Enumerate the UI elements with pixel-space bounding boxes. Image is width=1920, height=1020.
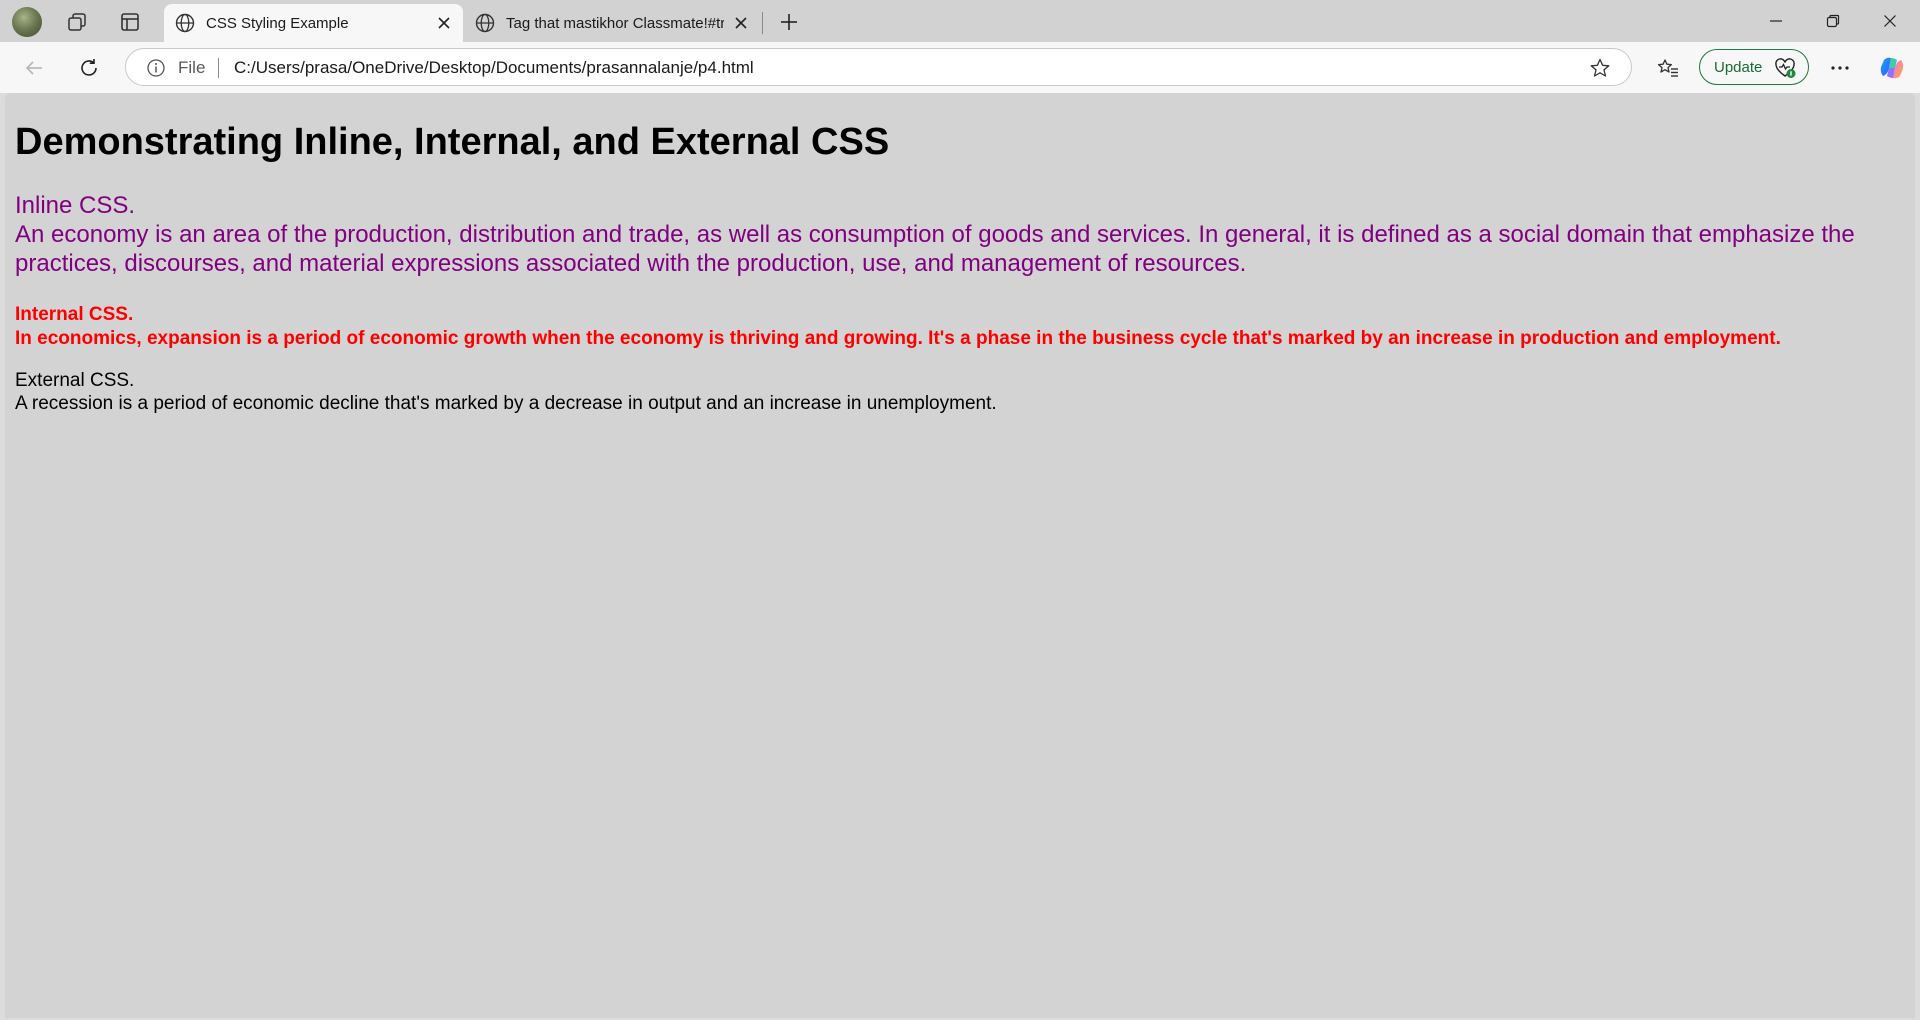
minimize-icon: [1770, 20, 1782, 22]
inline-css-text: An economy is an area of the production,…: [15, 221, 1855, 277]
arrow-left-icon: [25, 61, 42, 75]
globe-icon: [175, 13, 195, 33]
page-viewport: Demonstrating Inline, Internal, and Exte…: [5, 93, 1915, 1018]
copilot-icon: [1880, 57, 1904, 79]
browser-toolbar: File C:/Users/prasa/OneDrive/Desktop/Doc…: [0, 42, 1920, 93]
back-button[interactable]: [18, 52, 50, 84]
address-divider: [218, 58, 219, 78]
protocol-label: File: [178, 58, 206, 77]
close-window-button[interactable]: [1862, 0, 1918, 42]
tab-strip: CSS Styling Example Tag that mastikhor C…: [0, 0, 1920, 42]
restore-icon: [1826, 14, 1840, 28]
close-icon[interactable]: [732, 14, 750, 32]
refresh-button[interactable]: [73, 52, 105, 84]
tab-title: Tag that mastikhor Classmate!#tr: [506, 14, 724, 32]
internal-css-text: In economics, expansion is a period of e…: [15, 328, 1781, 349]
inline-css-title: Inline CSS.: [15, 192, 136, 219]
internal-css-title: Internal CSS.: [15, 304, 134, 325]
favorites-icon: [1657, 59, 1678, 77]
workspaces-icon[interactable]: [62, 8, 92, 36]
ellipsis-icon: [1831, 66, 1849, 70]
external-css-text: A recession is a period of economic decl…: [15, 393, 997, 414]
favorites-button[interactable]: [1652, 52, 1684, 84]
external-css-section: External CSS. A recession is a period of…: [15, 369, 1905, 415]
health-update-icon: [1775, 58, 1796, 78]
close-icon: [1884, 15, 1896, 27]
tab-actions-icon[interactable]: [115, 8, 145, 36]
page-heading: Demonstrating Inline, Internal, and Exte…: [15, 121, 890, 163]
globe-icon: [475, 13, 495, 33]
more-options-button[interactable]: [1824, 52, 1856, 84]
copilot-button[interactable]: [1876, 52, 1908, 84]
url-text[interactable]: C:/Users/prasa/OneDrive/Desktop/Document…: [234, 58, 754, 78]
tab-separator: [762, 12, 763, 34]
star-icon[interactable]: [1589, 57, 1611, 79]
update-label: Update: [1714, 58, 1763, 76]
new-tab-button[interactable]: [774, 8, 804, 36]
inline-css-section: Inline CSS. An economy is an area of the…: [15, 191, 1905, 278]
tab-css-styling-example[interactable]: CSS Styling Example: [164, 4, 463, 42]
external-css-title: External CSS.: [15, 370, 135, 391]
minimize-button[interactable]: [1748, 0, 1804, 42]
internal-css-section: Internal CSS. In economics, expansion is…: [15, 303, 1905, 351]
info-icon[interactable]: [146, 58, 166, 78]
profile-avatar[interactable]: [12, 7, 42, 37]
tab-title: CSS Styling Example: [206, 14, 349, 32]
restore-button[interactable]: [1805, 0, 1861, 42]
plus-icon: [781, 14, 797, 30]
address-bar[interactable]: File C:/Users/prasa/OneDrive/Desktop/Doc…: [125, 48, 1632, 86]
refresh-icon: [81, 59, 97, 76]
update-button[interactable]: Update: [1699, 49, 1809, 85]
tab-tag-that-mastikhor[interactable]: Tag that mastikhor Classmate!#tr: [464, 4, 760, 42]
close-icon[interactable]: [435, 14, 453, 32]
